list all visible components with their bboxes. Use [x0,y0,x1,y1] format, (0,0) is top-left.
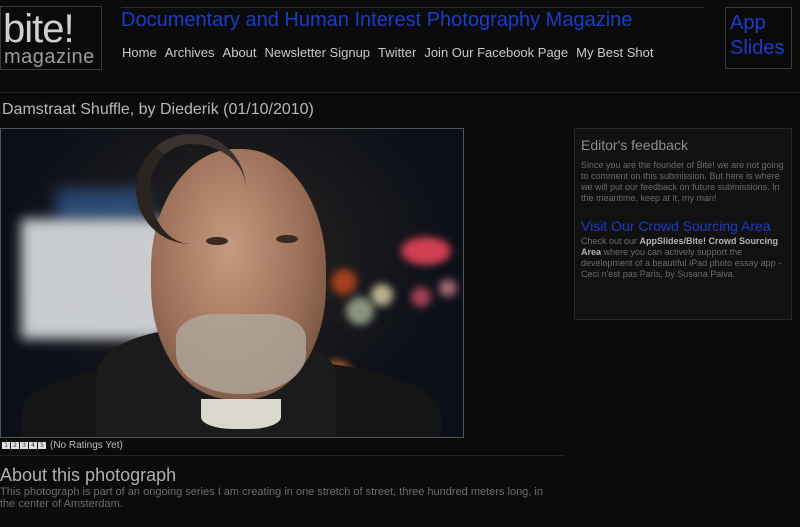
rating-widget: 1 2 3 4 5 (No Ratings Yet) [2,440,123,451]
nav-home[interactable]: Home [122,45,157,60]
rating-status: (No Ratings Yet) [50,440,123,451]
appslides-line1: App [730,12,766,34]
appslides-logo[interactable]: App Slides [725,7,792,69]
crowd-text-after: where you can actively support the devel… [581,247,782,279]
main-nav: Home Archives About Newsletter Signup Tw… [122,45,653,60]
bokeh-light [331,269,357,295]
photo-bg-building [21,219,166,339]
rating-star-3[interactable]: 3 [20,442,28,449]
bokeh-light [346,297,374,325]
about-divider [0,455,565,456]
nav-archives[interactable]: Archives [165,45,215,60]
nav-about[interactable]: About [223,45,257,60]
photo-subject-eye [276,235,298,243]
rating-star-1[interactable]: 1 [2,442,10,449]
nav-my-best-shot[interactable]: My Best Shot [576,45,653,60]
photo-subject-eye [206,237,228,245]
site-title[interactable]: Documentary and Human Interest Photograp… [121,9,632,32]
about-text: This photograph is part of an ongoing se… [0,486,543,510]
logo-sub-text: magazine [4,46,95,68]
crowd-sourcing-text: Check out our AppSlides/Bite! Crowd Sour… [581,236,785,280]
bokeh-light [401,237,451,265]
photo-subject-collar [201,399,281,429]
rating-star-4[interactable]: 4 [29,442,37,449]
editor-feedback-text: Since you are the founder of Bite! we ar… [581,160,784,203]
photo-title: Damstraat Shuffle, by Diederik (01/10/20… [2,101,314,118]
header-divider [0,92,800,93]
title-divider [121,7,704,8]
logo-main-text: bite! [3,7,75,51]
nav-newsletter-signup[interactable]: Newsletter Signup [265,45,371,60]
rating-stars: 1 2 3 4 5 [2,442,46,449]
about-title: About this photograph [0,465,177,485]
editor-sidebar: Editor's feedback Since you are the foun… [574,128,792,320]
crowd-sourcing-link[interactable]: Visit Our Crowd Sourcing Area [581,218,785,234]
editor-feedback-title: Editor's feedback [581,137,688,153]
nav-twitter[interactable]: Twitter [378,45,416,60]
rating-star-5[interactable]: 5 [38,442,46,449]
photo-subject-hair [136,134,246,244]
bokeh-light [371,284,393,306]
rating-star-2[interactable]: 2 [11,442,19,449]
crowd-text-before: Check out our [581,236,640,246]
bokeh-light [411,287,431,307]
site-logo[interactable]: bite! magazine [0,6,102,70]
appslides-line2: Slides [730,37,785,59]
photo-subject-beard [176,314,306,394]
bokeh-light [439,279,457,297]
nav-facebook[interactable]: Join Our Facebook Page [424,45,568,60]
featured-photo [0,128,464,438]
